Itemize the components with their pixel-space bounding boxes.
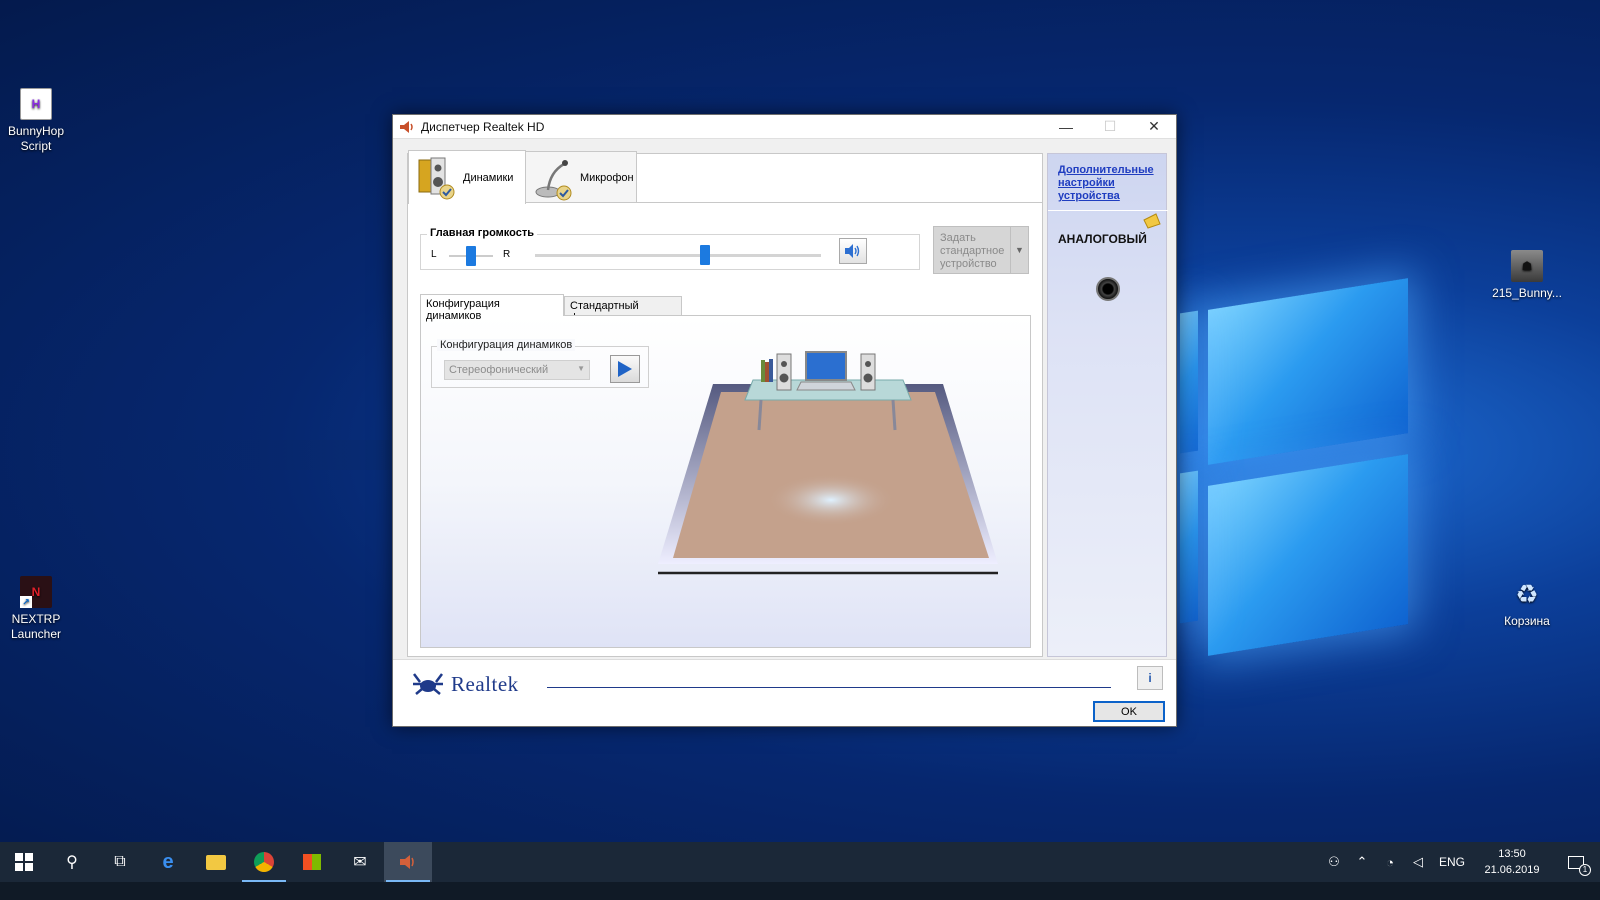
taskbar-store[interactable]: [288, 842, 336, 882]
chevron-down-icon[interactable]: ▼: [1010, 227, 1028, 273]
realtek-brand-text: Realtek: [451, 671, 519, 696]
window-title: Диспетчер Realtek HD: [421, 119, 545, 134]
speaker-config-select[interactable]: Стереофонический ▼: [444, 360, 590, 380]
realtek-logo: Realtek: [411, 670, 519, 698]
analog-label: АНАЛОГОВЫЙ: [1058, 232, 1147, 246]
speaker-config-value: Стереофонический: [449, 364, 549, 376]
windows-logo-wallpaper: [1180, 278, 1420, 660]
search-button[interactable]: ⚲: [48, 842, 96, 882]
start-button[interactable]: [0, 842, 48, 882]
set-default-device-button[interactable]: Задать стандартное устройство ▼: [933, 226, 1029, 274]
mail-icon: ✉: [353, 854, 367, 871]
image-thumbnail-icon: ☗: [1511, 250, 1543, 282]
volume-slider[interactable]: [535, 245, 821, 265]
taskbar-mail[interactable]: ✉: [336, 842, 384, 882]
desktop-icon-bunnyhop[interactable]: H BunnyHop Script: [0, 88, 76, 154]
task-view-button[interactable]: ⧉: [96, 842, 144, 882]
volume-thumb[interactable]: [700, 245, 710, 265]
tab-speaker-config[interactable]: Конфигурация динамиков: [420, 294, 564, 322]
close-button[interactable]: ✕: [1132, 115, 1176, 139]
taskbar-edge[interactable]: e: [144, 842, 192, 882]
notification-count: 1: [1579, 863, 1591, 876]
title-bar[interactable]: Диспетчер Realtek HD — ☐ ✕: [393, 115, 1176, 139]
tab-speakers-label: Динамики: [463, 171, 514, 184]
clock[interactable]: 13:50 21.06.2019: [1472, 846, 1552, 878]
tab-microphone[interactable]: Микрофон: [525, 151, 637, 203]
chevron-up-icon[interactable]: ⌃: [1348, 854, 1376, 870]
desktop-icon-nextrp[interactable]: N ↗ NEXTRP Launcher: [0, 576, 76, 642]
volume-icon[interactable]: ◁: [1404, 854, 1432, 870]
speaker-icon: [400, 120, 413, 133]
play-icon: [618, 361, 632, 377]
chevron-down-icon: ▼: [577, 364, 585, 373]
ok-button[interactable]: OK: [1093, 701, 1165, 722]
folder-icon[interactable]: [1142, 212, 1162, 230]
advanced-settings-link[interactable]: Дополнительные настройки устройства: [1058, 164, 1160, 203]
balance-right-label: R: [503, 249, 511, 260]
minimize-button[interactable]: —: [1044, 115, 1088, 139]
store-icon: [303, 854, 321, 870]
speakers-icon: [417, 156, 455, 200]
audio-jack-icon[interactable]: [1096, 277, 1120, 301]
speaker-config-panel: Конфигурация динамиков Стереофонический …: [420, 315, 1031, 648]
play-test-button[interactable]: [610, 355, 640, 383]
task-view-icon: ⧉: [114, 853, 126, 870]
folder-icon: [206, 854, 226, 870]
balance-thumb[interactable]: [466, 246, 476, 266]
maximize-button[interactable]: ☐: [1088, 115, 1132, 139]
shortcut-arrow-icon: ↗: [20, 596, 32, 608]
notification-icon: 1: [1568, 855, 1591, 876]
realtek-window: Диспетчер Realtek HD — ☐ ✕ Динамики Микр…: [392, 114, 1177, 727]
desktop-icon-215-bunny[interactable]: ☗ 215_Bunny...: [1487, 250, 1567, 301]
main-panel: Динамики Микрофон Главная громкость L R …: [407, 150, 1043, 657]
speaker-config-label: Конфигурация динамиков: [437, 339, 576, 351]
network-icon[interactable]: ◔: [1376, 855, 1404, 870]
set-default-label: Задать стандартное устройство: [940, 232, 1005, 270]
balance-slider[interactable]: [449, 246, 493, 266]
footer: Realtek i OK: [393, 659, 1176, 726]
mute-button[interactable]: [839, 238, 867, 264]
nextrp-app-icon: N ↗: [20, 576, 52, 608]
chrome-icon: [254, 852, 274, 872]
taskbar: ⚲ ⧉ e ✉ ⚇ ⌃ ◔ ◁ ENG 13:50 21.06.2019 1: [0, 842, 1600, 882]
speaker-config-group: Конфигурация динамиков Стереофонический …: [431, 339, 649, 388]
taskbar-chrome[interactable]: [240, 842, 288, 882]
document-icon: H: [20, 88, 52, 120]
realtek-crab-icon: [413, 673, 443, 695]
info-button[interactable]: i: [1137, 666, 1163, 690]
people-icon[interactable]: ⚇: [1320, 854, 1348, 870]
side-panel: Дополнительные настройки устройства АНАЛ…: [1047, 153, 1168, 657]
desktop-icon-recycle-bin[interactable]: ♻ Корзина: [1487, 578, 1567, 629]
edge-icon: e: [162, 850, 174, 873]
notifications-button[interactable]: 1: [1552, 855, 1600, 876]
tab-default-format[interactable]: Стандартный формат: [564, 296, 682, 324]
tab-microphone-label: Микрофон: [580, 171, 634, 184]
main-volume-group: Главная громкость L R: [420, 227, 920, 270]
taskbar-realtek[interactable]: [384, 842, 432, 882]
search-icon: ⚲: [66, 854, 78, 871]
windows-start-icon: [15, 853, 33, 871]
language-indicator[interactable]: ENG: [1432, 855, 1472, 869]
clock-time: 13:50: [1498, 848, 1526, 860]
balance-left-label: L: [431, 249, 437, 260]
room-illustration: [658, 351, 998, 575]
speaker-icon: [400, 855, 414, 869]
main-volume-title: Главная громкость: [427, 227, 538, 239]
microphone-icon: [534, 156, 572, 200]
clock-date: 21.06.2019: [1484, 864, 1540, 876]
system-tray: ⚇ ⌃ ◔ ◁ ENG 13:50 21.06.2019 1: [1320, 842, 1600, 882]
volume-icon: [845, 244, 860, 258]
recycle-bin-icon: ♻: [1515, 578, 1539, 609]
taskbar-explorer[interactable]: [192, 842, 240, 882]
tab-speakers[interactable]: Динамики: [408, 150, 526, 204]
